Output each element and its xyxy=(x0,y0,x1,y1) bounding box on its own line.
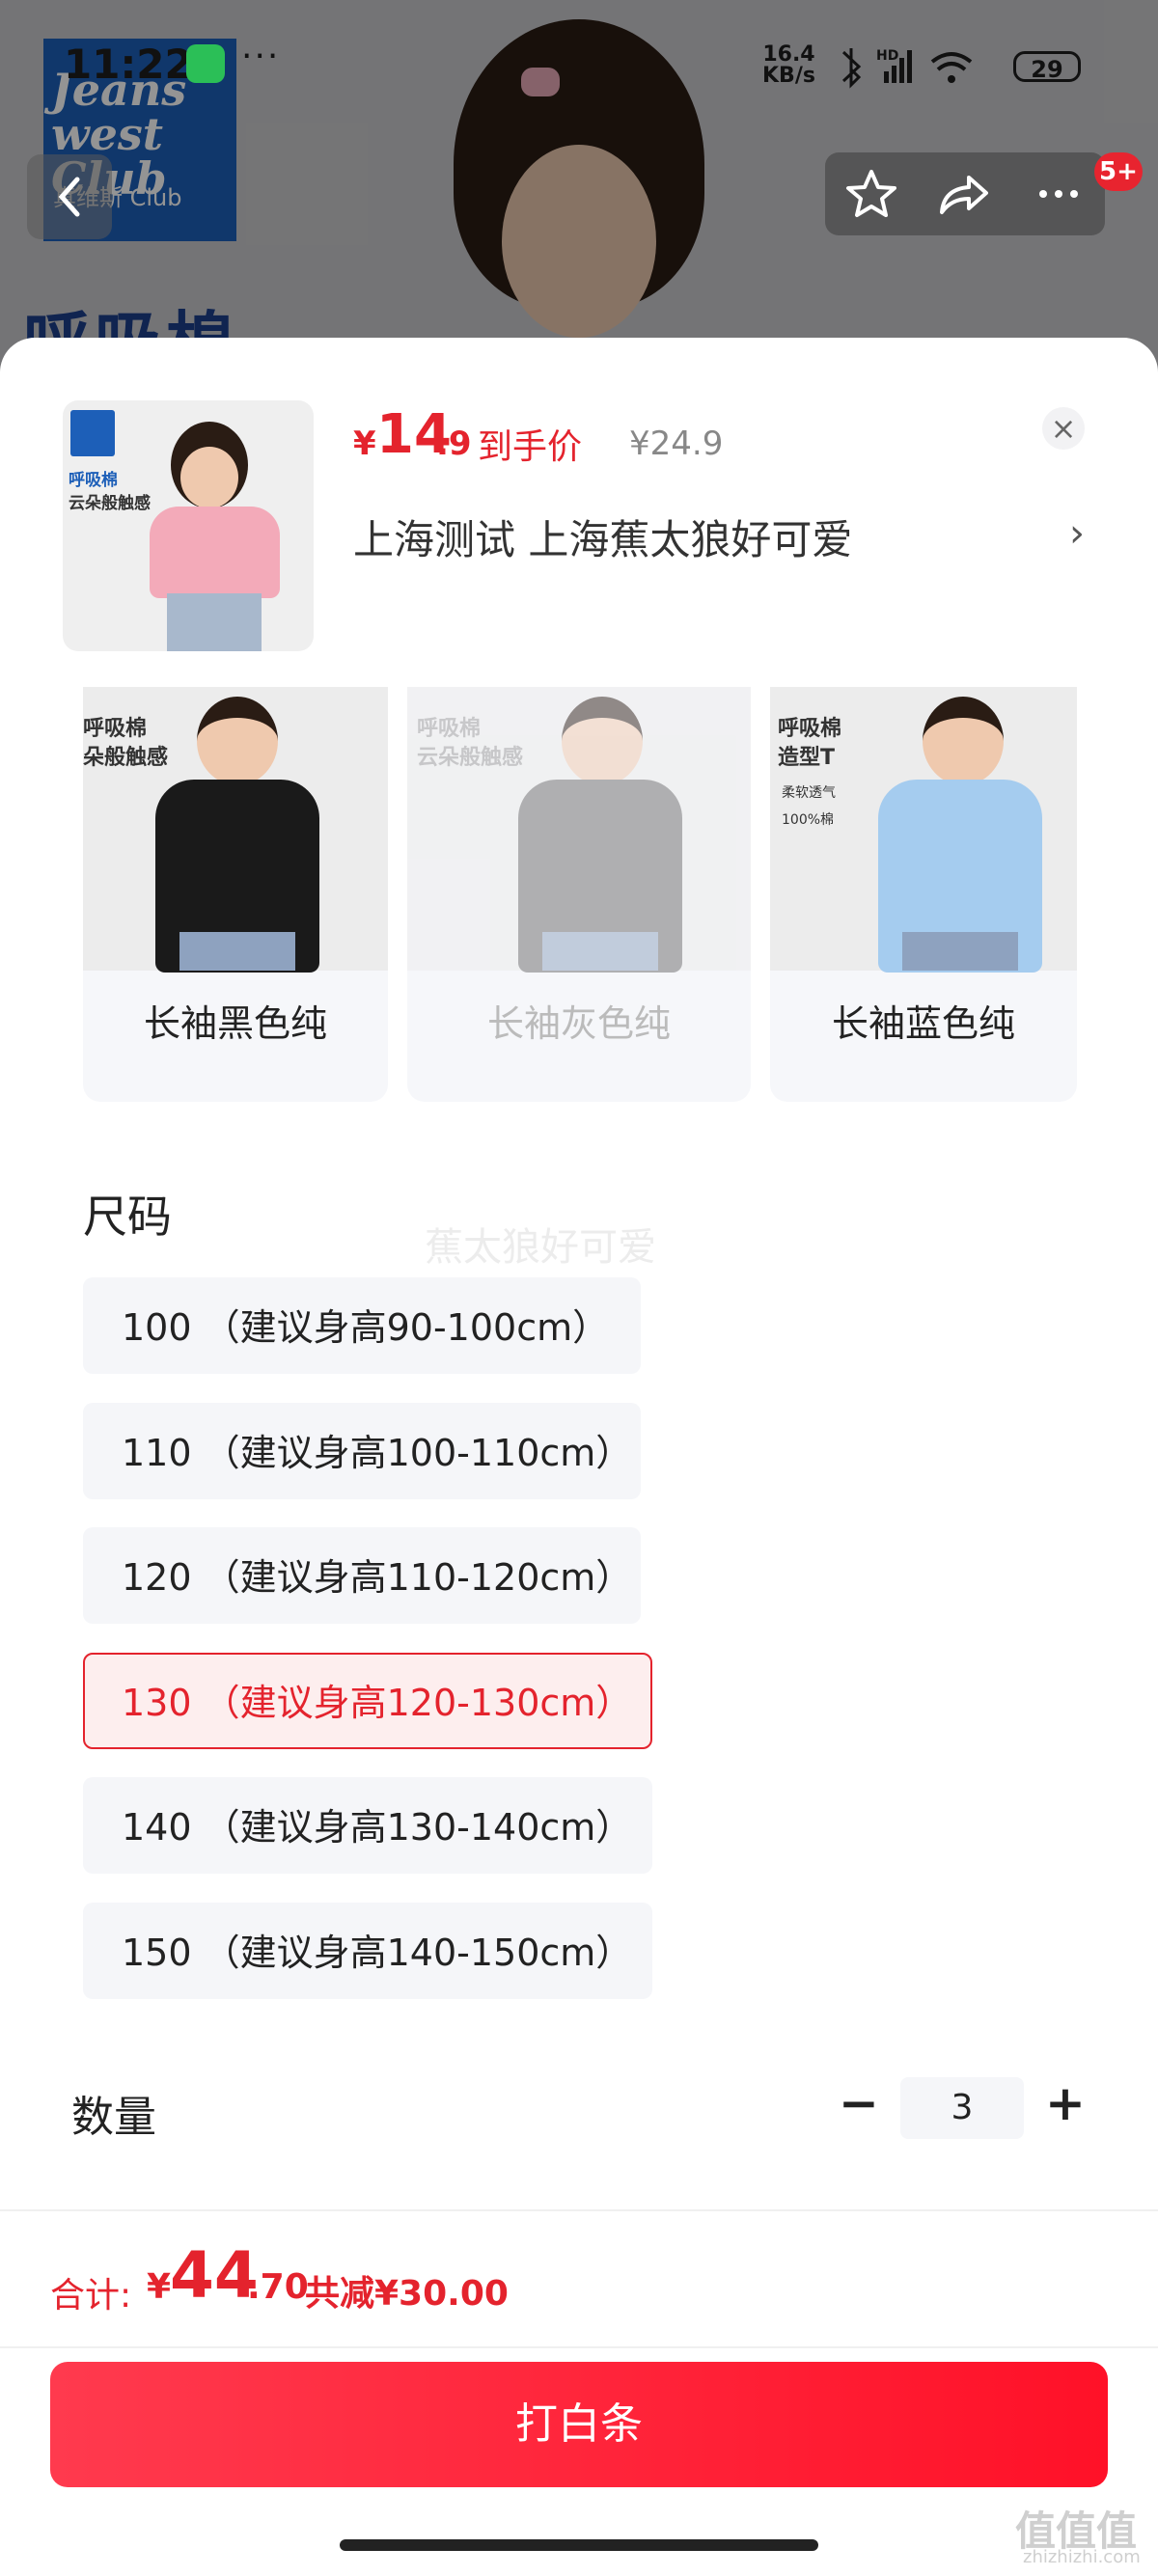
total-label: 合计: xyxy=(50,2276,132,2316)
status-time: 11:22 xyxy=(64,41,193,88)
home-indicator[interactable] xyxy=(340,2539,818,2551)
size-option-120[interactable]: 120 （建议身高110-120cm） xyxy=(83,1527,641,1624)
size-section-title: 尺码 xyxy=(83,1191,172,1243)
more-button[interactable] xyxy=(1012,152,1105,235)
total-decimal: .70 xyxy=(247,2267,309,2307)
star-icon xyxy=(846,170,896,217)
discount-amount: 共减¥30.00 xyxy=(305,2274,509,2314)
quantity-increase-button[interactable]: + xyxy=(1044,2074,1087,2132)
back-button[interactable] xyxy=(27,154,112,239)
notification-badge: 5+ xyxy=(1094,152,1143,191)
chevron-left-icon xyxy=(58,177,80,217)
color-option-gray[interactable]: 呼吸棉 云朵般触感 长袖灰色纯 xyxy=(407,687,751,1102)
status-bar: 11:22 ··· 16.4 KB/s HD 29 xyxy=(0,0,1158,135)
delivery-address[interactable]: 上海测试 上海蕉太狼好可爱 xyxy=(353,507,852,566)
net-speed: 16.4 KB/s xyxy=(762,42,815,88)
divider xyxy=(0,2346,1158,2348)
checkout-button[interactable]: 打白条 xyxy=(50,2362,1108,2487)
color-option-blue[interactable]: 呼吸棉 造型T 柔软透气 100%棉 长袖蓝色纯 xyxy=(770,687,1077,1102)
thumb-text: 云朵般触感 xyxy=(69,494,151,513)
thumb-text: 呼吸棉 xyxy=(69,471,118,490)
nav-actions xyxy=(825,152,1105,235)
favorite-button[interactable] xyxy=(825,152,918,235)
quantity-label: 数量 xyxy=(71,2093,156,2142)
share-icon xyxy=(940,176,988,214)
color-label: 长袖黑色纯 xyxy=(143,1002,327,1045)
more-icon xyxy=(1039,190,1078,198)
size-option-130[interactable]: 130 （建议身高120-130cm） xyxy=(83,1653,652,1749)
divider xyxy=(0,2209,1158,2211)
size-option-110[interactable]: 110 （建议身高100-110cm） xyxy=(83,1403,641,1499)
more-notifications-icon: ··· xyxy=(241,37,281,76)
thumb-shirt xyxy=(150,507,280,598)
site-watermark-url: zhizhizhi.com xyxy=(1023,2547,1141,2567)
original-price: ¥24.9 xyxy=(629,425,724,463)
product-thumbnail[interactable]: 呼吸棉 云朵般触感 xyxy=(63,400,314,651)
color-photo: 呼吸棉 造型T 柔软透气 100%棉 xyxy=(770,687,1077,973)
price-tag: 到手价 xyxy=(478,427,583,467)
color-label: 长袖灰色纯 xyxy=(486,1002,671,1045)
app-notification-icon xyxy=(186,44,225,83)
quantity-input[interactable]: 3 xyxy=(900,2077,1024,2139)
chevron-right-icon[interactable]: › xyxy=(1069,511,1085,556)
color-option-black[interactable]: 呼吸棉 朵般触感 长袖黑色纯 xyxy=(83,687,388,1102)
size-option-140[interactable]: 140 （建议身高130-140cm） xyxy=(83,1777,652,1874)
battery-indicator: 29 xyxy=(1013,51,1081,83)
color-label: 长袖蓝色纯 xyxy=(831,1002,1015,1045)
color-photo: 呼吸棉 云朵般触感 xyxy=(407,687,751,973)
total-currency: ¥ xyxy=(147,2267,172,2307)
network-type: HD xyxy=(876,48,898,64)
total-integer: 44 xyxy=(170,2238,259,2313)
quantity-decrease-button[interactable]: − xyxy=(838,2074,880,2132)
size-option-150[interactable]: 150 （建议身高140-150cm） xyxy=(83,1903,652,1999)
close-button[interactable]: × xyxy=(1042,407,1085,450)
price-decimal: .9 xyxy=(436,425,472,463)
thumb-logo xyxy=(70,410,115,456)
watermark-text: 蕉太狼好可爱 xyxy=(425,1225,656,1270)
size-option-100[interactable]: 100 （建议身高90-100cm） xyxy=(83,1277,641,1374)
price-currency: ¥ xyxy=(353,425,376,463)
share-button[interactable] xyxy=(919,152,1011,235)
color-photo: 呼吸棉 朵般触感 xyxy=(83,687,388,973)
